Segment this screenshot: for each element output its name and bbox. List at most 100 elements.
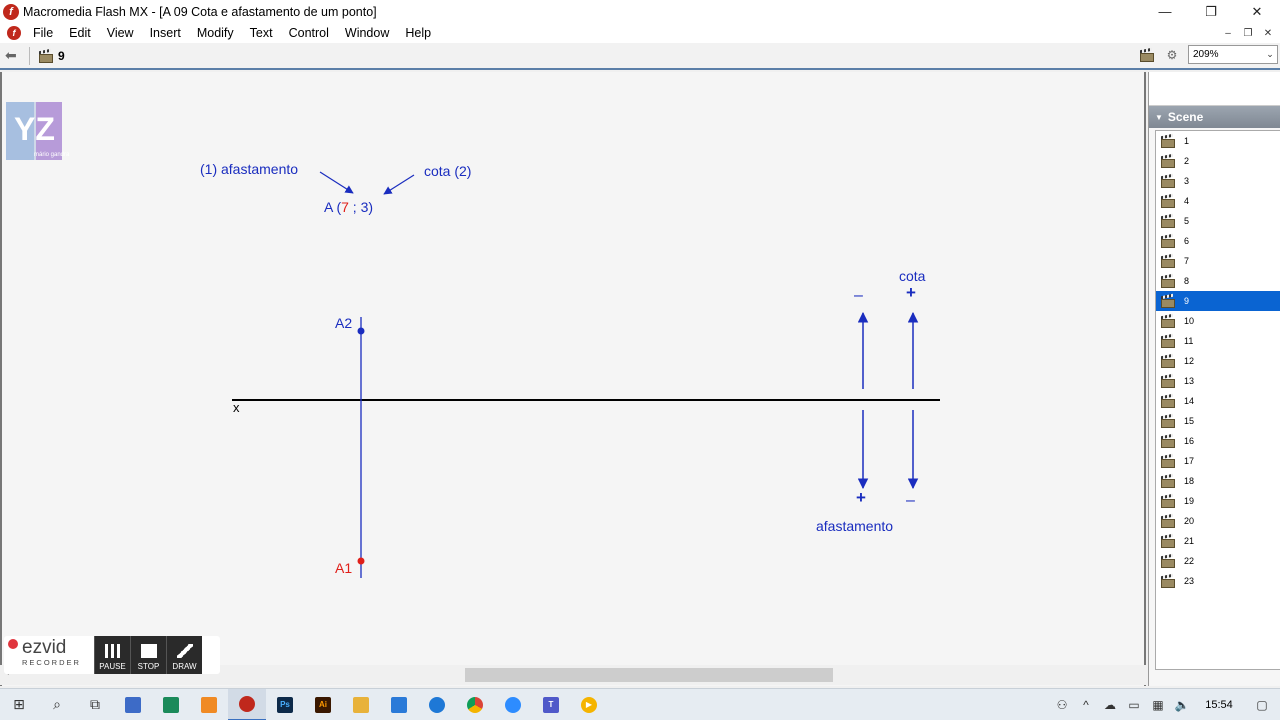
pause-icon [104, 644, 121, 658]
scene-row[interactable]: 3 [1156, 171, 1280, 191]
document-icon[interactable]: f [7, 26, 21, 40]
point-coordinates: A (7 ; 3) [324, 199, 373, 215]
stage-canvas[interactable]: YZ mário gandra (1) afastamento cota (2)… [2, 72, 1144, 664]
edit-symbol-icon[interactable]: ⚙ [1162, 46, 1182, 64]
scene-row[interactable]: 4 [1156, 191, 1280, 211]
scene-row[interactable]: 9 [1156, 291, 1280, 311]
maximize-button[interactable]: ❐ [1188, 0, 1234, 23]
task-view-button[interactable]: ⧉ [76, 689, 114, 720]
scene-row[interactable]: 5 [1156, 211, 1280, 231]
afastamento-legend-label: afastamento [816, 518, 893, 534]
menu-text[interactable]: Text [242, 23, 281, 43]
scene-row[interactable]: 7 [1156, 251, 1280, 271]
stop-icon [140, 644, 157, 658]
menu-control[interactable]: Control [281, 23, 337, 43]
flash-taskbar-button[interactable] [228, 688, 266, 720]
doc-close-button[interactable]: ✕ [1260, 28, 1276, 39]
scene-row[interactable]: 10 [1156, 311, 1280, 331]
search-button[interactable]: ⌕ [38, 689, 76, 720]
close-button[interactable]: ✕ [1234, 0, 1280, 23]
ezvid-recorder-overlay: ezvid RECORDER PAUSE STOP DRAW [4, 636, 220, 674]
menu-modify[interactable]: Modify [189, 23, 242, 43]
scene-row[interactable]: 23 [1156, 571, 1280, 591]
zoom-select[interactable]: 209% ⌄ [1188, 45, 1278, 64]
app-icon [391, 696, 407, 713]
edit-scene-icon[interactable] [1136, 46, 1156, 64]
notifications-icon[interactable]: ▢ [1244, 698, 1280, 712]
doc-restore-button[interactable]: ❐ [1240, 28, 1256, 39]
scene-row[interactable]: 2 [1156, 151, 1280, 171]
scene-row[interactable]: 6 [1156, 231, 1280, 251]
chrome-taskbar-button[interactable] [456, 689, 494, 720]
chevron-up-icon[interactable]: ^ [1074, 698, 1098, 712]
media-player-taskbar-button[interactable]: ▶ [570, 689, 608, 720]
edge-taskbar-button[interactable] [418, 689, 456, 720]
scene-icon [1160, 155, 1175, 168]
store-taskbar-button[interactable] [114, 689, 152, 720]
menu-view[interactable]: View [99, 23, 142, 43]
menu-edit[interactable]: Edit [61, 23, 99, 43]
app-taskbar-button-2[interactable] [190, 689, 228, 720]
scene-row[interactable]: 17 [1156, 451, 1280, 471]
menu-help[interactable]: Help [397, 23, 439, 43]
draw-button[interactable]: DRAW [166, 636, 202, 674]
app-icon [201, 696, 217, 713]
scene-row[interactable]: 16 [1156, 431, 1280, 451]
scene-list[interactable]: 1 2 3 4 5 6 7 8 9 10 11 12 13 14 15 16 17 18 19 20 21 22 23 [1155, 130, 1280, 670]
scene-row-label: 11 [1184, 336, 1194, 346]
scene-row[interactable]: 18 [1156, 471, 1280, 491]
volume-icon[interactable]: 🔈 [1170, 698, 1194, 712]
battery-icon[interactable]: ▭ [1122, 698, 1146, 712]
app-taskbar-button-1[interactable] [152, 689, 190, 720]
scene-row[interactable]: 11 [1156, 331, 1280, 351]
label-a1: A1 [335, 560, 352, 576]
cota-minus-sign: – [906, 492, 915, 509]
afastamento-minus-sign: – [854, 287, 863, 304]
scene-icon [38, 50, 53, 63]
scene-panel-title[interactable]: ▼ Scene [1149, 106, 1280, 128]
scene-icon [1160, 455, 1175, 468]
scene-row[interactable]: 21 [1156, 531, 1280, 551]
photoshop-icon: Ps [277, 696, 293, 713]
document-controls: – ❐ ✕ [1220, 23, 1276, 43]
scene-row[interactable]: 13 [1156, 371, 1280, 391]
cota-plus-sign: + [906, 283, 916, 302]
scene-row[interactable]: 14 [1156, 391, 1280, 411]
scene-row[interactable]: 1 [1156, 131, 1280, 151]
cloud-icon[interactable]: ☁ [1098, 698, 1122, 712]
pause-recording-button[interactable]: PAUSE [94, 636, 130, 674]
stage-area[interactable]: YZ mário gandra (1) afastamento cota (2)… [0, 72, 1146, 686]
illustrator-taskbar-button[interactable]: Ai [304, 689, 342, 720]
stop-recording-button[interactable]: STOP [130, 636, 166, 674]
current-scene-label: 9 [58, 48, 65, 63]
people-icon[interactable]: ⚇ [1050, 698, 1074, 712]
zoom-taskbar-button[interactable] [494, 689, 532, 720]
start-button[interactable]: ⊞ [0, 689, 38, 720]
back-arrow-icon[interactable]: ⬅ [5, 47, 23, 64]
doc-minimize-button[interactable]: – [1220, 28, 1236, 39]
clock[interactable]: 15:54 [1194, 699, 1244, 711]
menu-window[interactable]: Window [337, 23, 397, 43]
scene-icon [1160, 435, 1175, 448]
point-a2 [357, 327, 365, 335]
app-taskbar-button-3[interactable] [380, 689, 418, 720]
minimize-button[interactable]: — [1142, 0, 1188, 23]
scene-row[interactable]: 20 [1156, 511, 1280, 531]
menu-file[interactable]: File [25, 23, 61, 43]
menu-insert[interactable]: Insert [142, 23, 189, 43]
scene-row[interactable]: 15 [1156, 411, 1280, 431]
photoshop-taskbar-button[interactable]: Ps [266, 689, 304, 720]
teams-taskbar-button[interactable]: T [532, 689, 570, 720]
video-camera-icon [505, 696, 521, 713]
scene-row[interactable]: 19 [1156, 491, 1280, 511]
network-icon[interactable]: ▦ [1146, 698, 1170, 712]
file-explorer-taskbar-button[interactable] [342, 689, 380, 720]
scene-row[interactable]: 8 [1156, 271, 1280, 291]
system-tray: ⚇ ^ ☁ ▭ ▦ 🔈 15:54 ▢ [1050, 689, 1280, 720]
scrollbar-thumb[interactable] [465, 668, 833, 682]
windows-logo-icon: ⊞ [13, 696, 25, 712]
scene-row[interactable]: 22 [1156, 551, 1280, 571]
scene-icon [1160, 495, 1175, 508]
collapse-triangle-icon[interactable]: ▼ [1155, 113, 1163, 122]
scene-row[interactable]: 12 [1156, 351, 1280, 371]
